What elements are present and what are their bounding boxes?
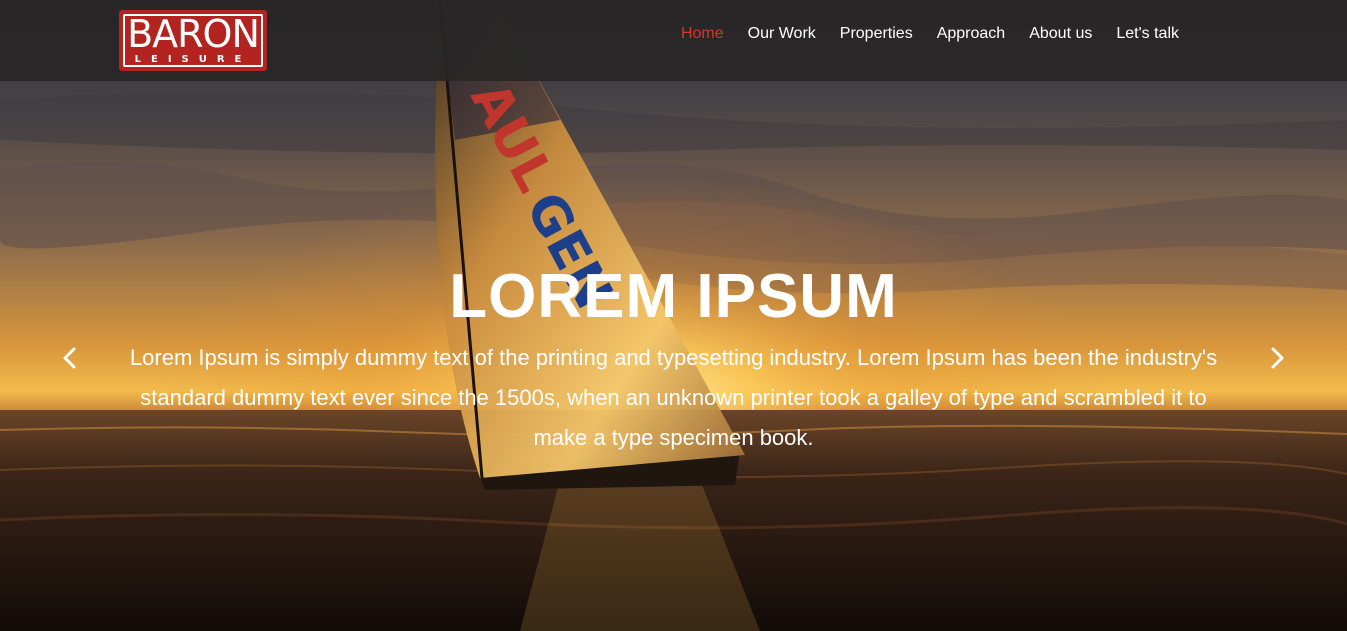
nav-item-home[interactable]: Home: [681, 24, 724, 44]
chevron-right-icon: [1271, 347, 1284, 369]
carousel-next-button[interactable]: [1262, 343, 1292, 373]
chevron-left-icon: [63, 347, 76, 369]
brand-logo[interactable]: BARON LEISURE: [119, 10, 267, 71]
main-nav: Home Our Work Properties Approach About …: [681, 24, 1179, 44]
nav-item-approach[interactable]: Approach: [937, 24, 1006, 44]
nav-item-lets-talk[interactable]: Let's talk: [1116, 24, 1179, 44]
hero-title: LOREM IPSUM: [449, 262, 898, 331]
nav-item-about-us[interactable]: About us: [1029, 24, 1092, 44]
hero-description: Lorem Ipsum is simply dummy text of the …: [129, 345, 1218, 450]
nav-item-properties[interactable]: Properties: [840, 24, 913, 44]
logo-subtitle: LEISURE: [134, 54, 252, 65]
carousel-prev-button[interactable]: [55, 343, 85, 373]
hero-carousel: AUL GEN BARON LEISURE Home Our Work Prop…: [0, 0, 1347, 631]
top-navbar: BARON LEISURE Home Our Work Properties A…: [0, 0, 1347, 81]
nav-item-our-work[interactable]: Our Work: [748, 24, 816, 44]
hero-caption: LOREM IPSUM Lorem Ipsum is simply dummy …: [0, 262, 1347, 458]
logo-wordmark: BARON: [127, 12, 260, 56]
